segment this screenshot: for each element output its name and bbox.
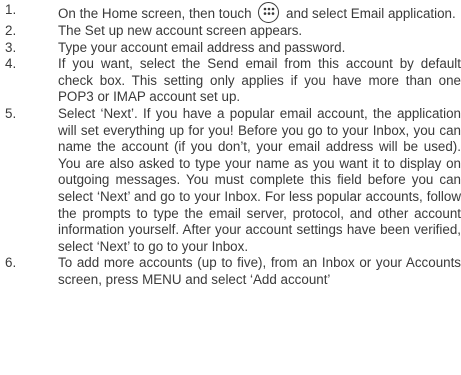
step-text: The Set up new account screen appears.: [58, 23, 303, 38]
apps-grid-icon: [258, 2, 280, 23]
step-text-after-icon: and select Email application.: [286, 6, 456, 21]
list-item-step-2: 2. The Set up new account screen appears…: [0, 23, 461, 40]
list-item-step-5: 5. Select ‘Next’. If you have a popular …: [0, 106, 461, 255]
step-number: 4.: [5, 56, 17, 72]
list-item-step-4: 4. If you want, select the Send email fr…: [0, 56, 461, 106]
step-text-before-icon: On the Home screen, then touch: [58, 6, 252, 21]
instruction-list: 1. On the Home screen, then touch and se…: [0, 2, 461, 289]
list-item-step-1: 1. On the Home screen, then touch and se…: [0, 2, 461, 23]
list-item-step-6: 6. To add more accounts (up to five), fr…: [0, 255, 461, 288]
step-number: 5.: [5, 105, 17, 121]
step-text: Select ‘Next’. If you have a popular ema…: [58, 105, 461, 254]
step-text: Type your account email address and pass…: [58, 39, 346, 55]
step-number: 3.: [5, 39, 17, 55]
step-text: To add more accounts (up to five), from …: [58, 255, 461, 287]
step-text: If you want, select the Send email from …: [58, 56, 461, 105]
step-number: 2.: [5, 23, 17, 38]
step-number: 6.: [5, 255, 17, 271]
list-item-step-3: 3. Type your account email address and p…: [0, 40, 461, 57]
step-number: 1.: [5, 2, 17, 17]
